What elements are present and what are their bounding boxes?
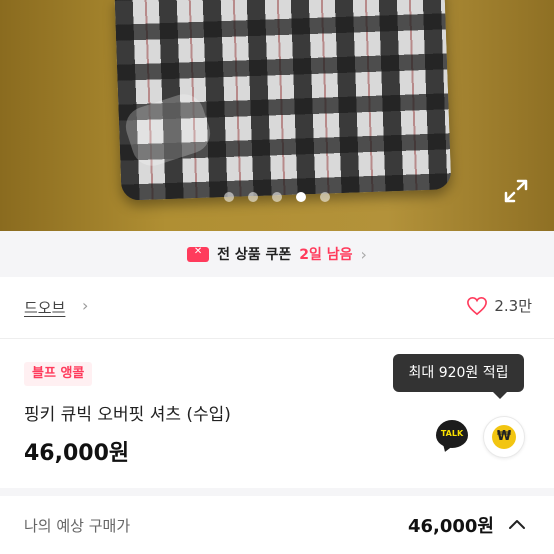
reward-tooltip: 최대 920원 적립 [393,354,524,399]
coupon-remaining: 2일 남음 [299,247,353,263]
pagination-dot[interactable] [224,192,234,202]
chevron-up-icon[interactable] [508,518,526,530]
gallery-pagination [0,192,554,202]
like-button[interactable]: 2.3만 [466,295,532,316]
product-image-gallery[interactable] [0,0,554,231]
chevron-right-icon: › [360,244,367,264]
coupon-banner[interactable]: 전 상품 쿠폰 2일 남음 › [0,231,554,277]
product-price: 46,000원 [24,441,130,466]
coupon-icon [187,246,210,262]
pagination-dot[interactable] [272,192,282,202]
store-name-link[interactable]: 드오브 [24,297,65,318]
product-title: 핑키 큐빅 오버핏 셔츠 (수입) [24,405,231,425]
reward-button[interactable]: ₩ [483,416,525,458]
kakaotalk-share-button[interactable]: TALK [436,420,468,448]
store-row: 드오브 › 2.3만 [0,277,554,339]
section-divider [0,488,554,496]
estimated-price-value: 46,000원 [407,516,494,537]
coupon-text: 전 상품 쿠폰 [217,247,292,263]
chevron-right-icon: › [82,296,89,315]
pagination-dot[interactable] [320,192,330,202]
pagination-dot[interactable] [296,192,306,202]
won-icon: ₩ [492,425,516,449]
product-page: 전 상품 쿠폰 2일 남음 › 드오브 › 2.3만 블프 앵콜 핑키 큐빅 오… [0,0,554,554]
like-count: 2.3만 [494,297,532,315]
pagination-dot[interactable] [248,192,258,202]
promo-badge: 블프 앵콜 [24,362,93,386]
estimated-price-label: 나의 예상 구매가 [24,517,131,535]
heart-icon [467,296,488,315]
expand-icon[interactable] [503,178,529,204]
